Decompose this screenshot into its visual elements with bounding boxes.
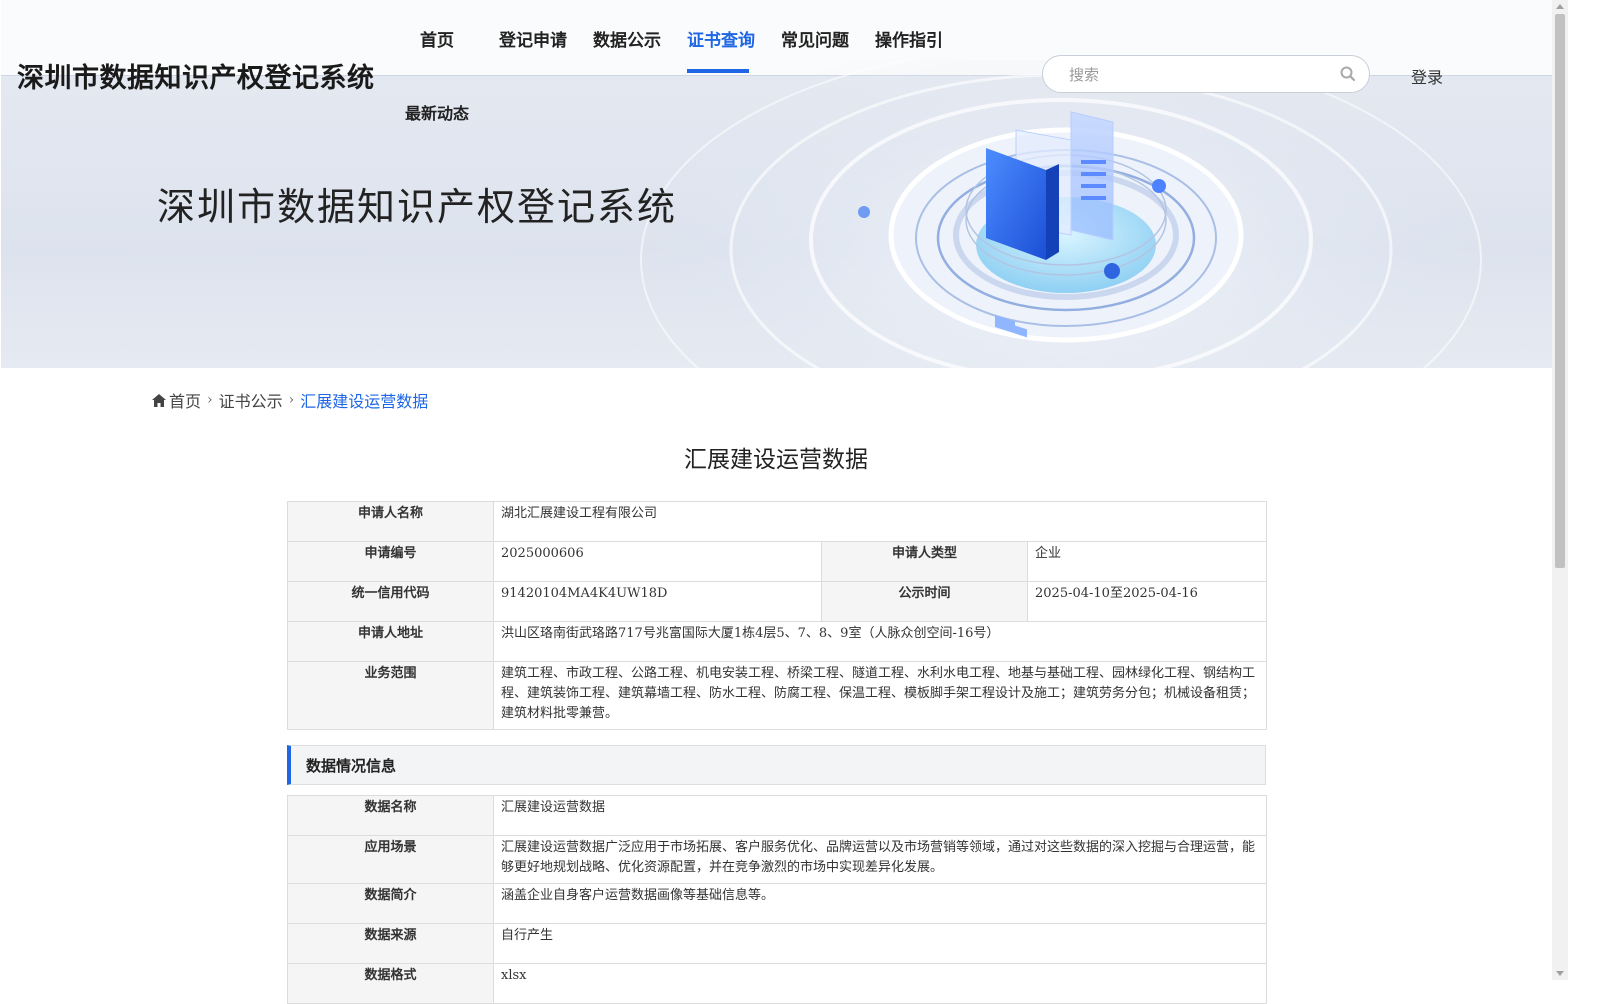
site-logo[interactable]: 深圳市数据知识产权登记系统 [17, 56, 375, 95]
page-scrollbar[interactable] [1552, 0, 1568, 980]
publicity-time-label: 公示时间 [821, 581, 1028, 622]
table-row: 申请人名称 湖北汇展建设工程有限公司 [287, 501, 1268, 542]
scrollbar-thumb[interactable] [1555, 14, 1565, 568]
data-summary-value: 涵盖企业自身客户运营数据画像等基础信息等。 [493, 883, 1267, 924]
breadcrumb-separator-icon: › [207, 392, 213, 408]
breadcrumb-current: 汇展建设运营数据 [300, 392, 429, 411]
application-scenario-label: 应用场景 [287, 835, 494, 884]
table-row: 申请编号 2025000606 申请人类型 企业 [287, 541, 1268, 582]
page-title: 汇展建设运营数据 [684, 447, 868, 473]
breadcrumb-certificate-publicity[interactable]: 证书公示 [219, 392, 283, 411]
nav-item-home[interactable]: 首页 [420, 26, 454, 51]
applicant-info-table: 申请人名称 湖北汇展建设工程有限公司 申请编号 2025000606 申请人类型… [287, 501, 1268, 730]
application-no-value: 2025000606 [493, 541, 822, 582]
business-scope-label: 业务范围 [287, 661, 494, 730]
breadcrumb-home[interactable]: 首页 [169, 392, 201, 411]
data-source-label: 数据来源 [287, 923, 494, 964]
business-scope-value: 建筑工程、市政工程、公路工程、机电安装工程、桥梁工程、隧道工程、水利水电工程、地… [492, 661, 1268, 730]
table-row: 业务范围 建筑工程、市政工程、公路工程、机电安装工程、桥梁工程、隧道工程、水利水… [287, 661, 1268, 730]
scroll-down-icon[interactable] [1556, 971, 1564, 976]
nav-item-data-publicity[interactable]: 数据公示 [593, 26, 661, 51]
search-input[interactable] [1067, 64, 1331, 86]
table-row: 数据名称 汇展建设运营数据 [287, 795, 1267, 836]
table-row: 申请人地址 洪山区珞南街武珞路717号兆富国际大厦1栋4层5、7、8、9室（人脉… [287, 621, 1268, 662]
applicant-address-label: 申请人地址 [287, 621, 494, 662]
scroll-up-icon[interactable] [1556, 4, 1564, 9]
applicant-type-value: 企业 [1026, 541, 1268, 582]
nav-item-news[interactable]: 最新动态 [405, 100, 469, 124]
applicant-name-label: 申请人名称 [287, 501, 494, 542]
login-link[interactable]: 登录 [1411, 64, 1443, 88]
data-name-label: 数据名称 [287, 795, 494, 836]
search-icon[interactable] [1339, 65, 1357, 83]
breadcrumb-separator-icon: › [288, 392, 295, 408]
home-icon [152, 393, 166, 407]
breadcrumb: 首页 › 证书公示 › 汇展建设运营数据 [152, 388, 428, 412]
header-banner: 深圳市数据知识产权登记系统 首页 登记申请 数据公示 证书查询 常见问题 操作指… [1, 0, 1552, 368]
banner-illustration [621, 60, 1501, 368]
table-row: 应用场景 汇展建设运营数据广泛应用于市场拓展、客户服务优化、品牌运营以及市场营销… [287, 835, 1267, 884]
table-row: 数据来源 自行产生 [287, 923, 1267, 964]
search-box [1042, 55, 1370, 93]
nav-active-indicator [687, 69, 749, 73]
publicity-time-value: 2025-04-10至2025-04-16 [1026, 581, 1268, 622]
table-row: 数据格式 xlsx [287, 963, 1267, 1004]
section-heading: 数据情况信息 [306, 757, 397, 775]
nav-item-faq[interactable]: 常见问题 [781, 26, 849, 51]
data-source-value: 自行产生 [493, 923, 1267, 964]
credit-code-value: 91420104MA4K4UW18D [493, 581, 822, 622]
data-info-section-header: 数据情况信息 [287, 745, 1266, 785]
nav-item-guide[interactable]: 操作指引 [875, 26, 943, 51]
table-row: 统一信用代码 91420104MA4K4UW18D 公示时间 2025-04-1… [287, 581, 1268, 622]
applicant-type-label: 申请人类型 [821, 541, 1028, 582]
banner-title: 深圳市数据知识产权登记系统 [157, 185, 678, 229]
data-summary-label: 数据简介 [287, 883, 494, 924]
data-name-value: 汇展建设运营数据 [493, 795, 1267, 836]
data-format-value: xlsx [493, 963, 1267, 1004]
table-row: 数据简介 涵盖企业自身客户运营数据画像等基础信息等。 [287, 883, 1267, 924]
application-no-label: 申请编号 [287, 541, 494, 582]
data-info-table: 数据名称 汇展建设运营数据 应用场景 汇展建设运营数据广泛应用于市场拓展、客户服… [287, 795, 1267, 1004]
credit-code-label: 统一信用代码 [287, 581, 494, 622]
applicant-name-value: 湖北汇展建设工程有限公司 [492, 501, 1268, 542]
application-scenario-value: 汇展建设运营数据广泛应用于市场拓展、客户服务优化、品牌运营以及市场营销等领域，通… [493, 835, 1267, 884]
nav-item-certificate-query[interactable]: 证书查询 [687, 26, 755, 51]
applicant-address-value: 洪山区珞南街武珞路717号兆富国际大厦1栋4层5、7、8、9室（人脉众创空间-1… [492, 621, 1268, 662]
nav-item-registration[interactable]: 登记申请 [499, 26, 567, 51]
data-format-label: 数据格式 [287, 963, 494, 1004]
